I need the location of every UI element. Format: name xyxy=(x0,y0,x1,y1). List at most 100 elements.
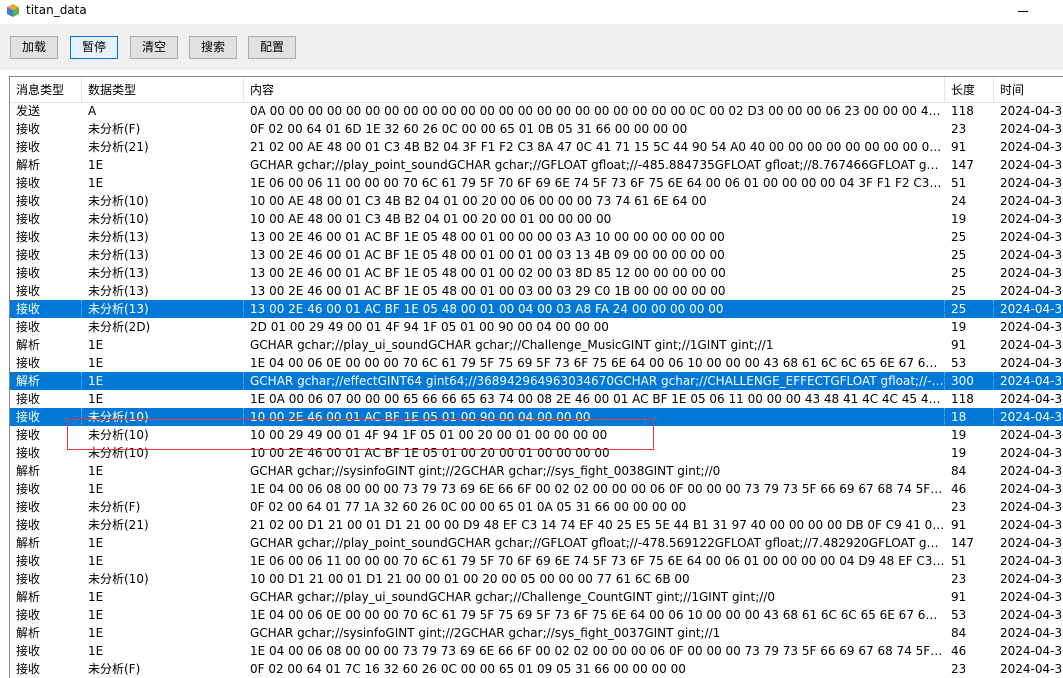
cell-content: 10 00 29 49 00 01 4F 94 1F 05 01 00 20 0… xyxy=(250,428,608,442)
cell-length: 46 xyxy=(951,644,967,658)
cell-length: 91 xyxy=(951,140,967,154)
table-row[interactable]: 解析 1E GCHAR gchar;//sysinfoGINT gint;//2GC… xyxy=(10,624,1063,642)
cell-message-type: 解析 xyxy=(10,372,82,390)
cell-length: 18 xyxy=(945,408,994,426)
table-row[interactable]: 接收 未分析(10) 10 00 2E 46 00 01 AC BF 1E 05 0… xyxy=(10,444,1063,462)
table-row[interactable]: 接收 1E 1E 06 00 06 11 00 00 00 70 6C 61 79 … xyxy=(10,552,1063,570)
table-row[interactable]: 接收 未分析(10) 10 00 2E 46 00 01 AC BF 1E 05 0… xyxy=(10,408,1063,426)
column-header-message-type[interactable]: 消息类型 xyxy=(10,77,82,102)
cell-message-type: 接收 xyxy=(16,446,41,460)
cell-length: 23 xyxy=(951,662,967,676)
cell-content: 1E 06 00 06 11 00 00 00 70 6C 61 79 5F 7… xyxy=(250,554,945,568)
cell-length: 19 xyxy=(951,446,967,460)
cell-time: 2024-04-30 xyxy=(1000,662,1063,676)
cell-time: 2024-04-30 xyxy=(1000,392,1063,406)
table-row[interactable]: 接收 未分析(13) 13 00 2E 46 00 01 AC BF 1E 05 4… xyxy=(10,282,1063,300)
cell-content: 0A 00 00 00 00 00 00 00 00 00 00 00 00 0… xyxy=(250,104,945,118)
cell-message-type: 接收 xyxy=(16,212,41,226)
cell-time: 2024-04-30 xyxy=(1000,554,1063,568)
cell-content: GCHAR gchar;//sysinfoGINT gint;//2GCHAR … xyxy=(250,464,721,478)
cell-time: 2024-04-30 xyxy=(1000,572,1063,586)
column-header-data-type[interactable]: 数据类型 xyxy=(82,77,244,102)
cell-data-type: 1E xyxy=(88,158,104,172)
cell-time: 2024-04-30 xyxy=(1000,644,1063,658)
cell-content: 1E 04 00 06 0E 00 00 00 70 6C 61 79 5F 7… xyxy=(250,608,945,622)
table-row[interactable]: 接收 未分析(F) 0F 02 00 64 01 7C 16 32 60 26 0C… xyxy=(10,660,1063,678)
table-row[interactable]: 接收 未分析(13) 13 00 2E 46 00 01 AC BF 1E 05 4… xyxy=(10,264,1063,282)
load-button[interactable]: 加载 xyxy=(10,36,58,59)
cell-message-type: 接收 xyxy=(16,140,41,154)
cell-message-type: 解析 xyxy=(16,464,41,478)
cell-content: 10 00 2E 46 00 01 AC BF 1E 05 01 00 20 0… xyxy=(250,446,610,460)
cell-data-type: 未分析(10) xyxy=(88,428,149,442)
cell-content: 13 00 2E 46 00 01 AC BF 1E 05 48 00 01 0… xyxy=(250,230,725,244)
table-row[interactable]: 接收 未分析(10) 10 00 AE 48 00 01 C3 4B B2 04 0… xyxy=(10,192,1063,210)
cell-content: 10 00 2E 46 00 01 AC BF 1E 05 01 00 90 0… xyxy=(244,408,945,426)
cell-message-type: 解析 xyxy=(16,338,41,352)
cell-length: 24 xyxy=(951,194,967,208)
table-row[interactable]: 解析 1E GCHAR gchar;//play_ui_soundGCHAR gch… xyxy=(10,588,1063,606)
cell-message-type: 解析 xyxy=(16,590,41,604)
cell-time: 2024-04-30 xyxy=(1000,230,1063,244)
cell-content: 1E 04 00 06 0E 00 00 00 70 6C 61 79 5F 7… xyxy=(250,356,945,370)
cell-time: 2024-04-30 xyxy=(994,408,1063,426)
table-row[interactable]: 接收 未分析(10) 10 00 D1 21 00 01 D1 21 00 00 0… xyxy=(10,570,1063,588)
cell-content: 2D 01 00 29 49 00 01 4F 94 1F 05 01 00 9… xyxy=(250,320,609,334)
column-header-content[interactable]: 内容 xyxy=(244,77,945,102)
cell-data-type: 未分析(2D) xyxy=(88,320,151,334)
cell-content: 13 00 2E 46 00 01 AC BF 1E 05 48 00 01 0… xyxy=(250,248,725,262)
cell-message-type: 接收 xyxy=(10,300,82,318)
table-row[interactable]: 接收 未分析(21) 21 02 00 AE 48 00 01 C3 4B B2 0… xyxy=(10,138,1063,156)
cell-length: 51 xyxy=(951,554,967,568)
table-row[interactable]: 接收 1E 1E 04 00 06 0E 00 00 00 70 6C 61 79 … xyxy=(10,354,1063,372)
column-header-time[interactable]: 时间 xyxy=(994,77,1063,102)
table-row[interactable]: 接收 1E 1E 04 00 06 08 00 00 00 73 79 73 69 … xyxy=(10,642,1063,660)
table-row[interactable]: 接收 未分析(F) 0F 02 00 64 01 6D 1E 32 60 26 0C… xyxy=(10,120,1063,138)
cell-length: 19 xyxy=(951,212,967,226)
clear-button[interactable]: 清空 xyxy=(130,36,178,59)
cell-content: GCHAR gchar;//play_point_soundGCHAR gcha… xyxy=(250,158,945,172)
cell-time: 2024-04-30 xyxy=(1000,428,1063,442)
table-row[interactable]: 解析 1E GCHAR gchar;//play_point_soundGCHAR … xyxy=(10,534,1063,552)
table-row[interactable]: 接收 1E 1E 0A 00 06 07 00 00 00 65 66 66 65 … xyxy=(10,390,1063,408)
minimize-button[interactable] xyxy=(1000,0,1046,24)
cell-data-type: 1E xyxy=(88,536,104,550)
cell-content: 10 00 AE 48 00 01 C3 4B B2 04 01 00 20 0… xyxy=(250,212,612,226)
table-row[interactable]: 接收 1E 1E 06 00 06 11 00 00 00 70 6C 61 79 … xyxy=(10,174,1063,192)
cell-content: GCHAR gchar;//play_point_soundGCHAR gcha… xyxy=(250,536,945,550)
table-row[interactable]: 接收 未分析(13) 13 00 2E 46 00 01 AC BF 1E 05 4… xyxy=(10,300,1063,318)
table-row[interactable]: 接收 未分析(2D) 2D 01 00 29 49 00 01 4F 94 1F 0… xyxy=(10,318,1063,336)
table-row[interactable]: 解析 1E GCHAR gchar;//sysinfoGINT gint;//2GC… xyxy=(10,462,1063,480)
message-list[interactable]: 消息类型 数据类型 内容 长度 时间 发送 A 0A 00 00 00 00 00 … xyxy=(9,76,1063,678)
table-row[interactable]: 接收 未分析(21) 21 02 00 D1 21 00 01 D1 21 00 0… xyxy=(10,516,1063,534)
table-row[interactable]: 解析 1E GCHAR gchar;//effectGINT64 gint64;//… xyxy=(10,372,1063,390)
search-button[interactable]: 搜索 xyxy=(189,36,237,59)
cell-length: 25 xyxy=(951,284,967,298)
cell-data-type: 1E xyxy=(88,482,104,496)
table-row[interactable]: 接收 1E 1E 04 00 06 0E 00 00 00 70 6C 61 79 … xyxy=(10,606,1063,624)
table-row[interactable]: 接收 未分析(10) 10 00 29 49 00 01 4F 94 1F 05 0… xyxy=(10,426,1063,444)
table-row[interactable]: 接收 未分析(10) 10 00 AE 48 00 01 C3 4B B2 04 0… xyxy=(10,210,1063,228)
cell-time: 2024-04-30 xyxy=(1000,500,1063,514)
cell-length: 118 xyxy=(951,104,974,118)
cell-content: 0F 02 00 64 01 7C 16 32 60 26 0C 00 00 6… xyxy=(250,662,686,676)
cell-data-type: 1E xyxy=(88,464,104,478)
table-row[interactable]: 接收 未分析(13) 13 00 2E 46 00 01 AC BF 1E 05 4… xyxy=(10,246,1063,264)
cell-message-type: 接收 xyxy=(16,662,41,676)
cell-time: 2024-04-30 xyxy=(1000,212,1063,226)
table-row[interactable]: 解析 1E GCHAR gchar;//play_point_soundGCHAR … xyxy=(10,156,1063,174)
cell-time: 2024-04-30 xyxy=(1000,464,1063,478)
title-bar: titan_data xyxy=(0,0,1063,24)
cell-data-type: 未分析(F) xyxy=(88,500,141,514)
table-row[interactable]: 接收 1E 1E 04 00 06 08 00 00 00 73 79 73 69 … xyxy=(10,480,1063,498)
table-row[interactable]: 接收 未分析(F) 0F 02 00 64 01 77 1A 32 60 26 0C… xyxy=(10,498,1063,516)
config-button[interactable]: 配置 xyxy=(248,36,296,59)
column-header-length[interactable]: 长度 xyxy=(945,77,994,102)
table-row[interactable]: 解析 1E GCHAR gchar;//play_ui_soundGCHAR gch… xyxy=(10,336,1063,354)
table-row[interactable]: 接收 未分析(13) 13 00 2E 46 00 01 AC BF 1E 05 4… xyxy=(10,228,1063,246)
table-row[interactable]: 发送 A 0A 00 00 00 00 00 00 00 00 00 00 00 0… xyxy=(10,102,1063,120)
cell-data-type: 1E xyxy=(88,554,104,568)
pause-button[interactable]: 暂停 xyxy=(70,36,118,59)
cell-content: 0F 02 00 64 01 6D 1E 32 60 26 0C 00 00 6… xyxy=(250,122,688,136)
cell-data-type: 未分析(10) xyxy=(88,446,149,460)
